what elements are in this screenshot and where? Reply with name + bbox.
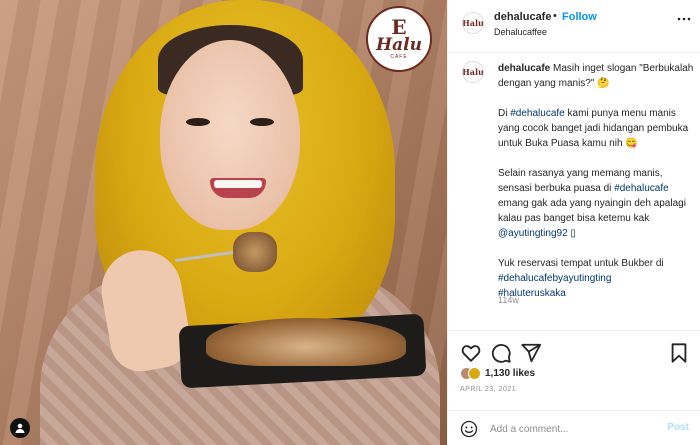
comment-bar: Post [448, 410, 700, 445]
mention-ayutingting[interactable]: @ayutingting92 [498, 228, 568, 239]
post-comment-button[interactable]: Post [667, 422, 689, 433]
bookmark-icon[interactable] [668, 342, 690, 364]
comment-input[interactable] [490, 420, 650, 438]
hashtag-dehalucafe-1[interactable]: #dehalucafe [510, 108, 565, 119]
hashtag-dehalucafe-2[interactable]: #dehalucafe [614, 183, 669, 194]
right-eye [250, 118, 274, 126]
likes-count[interactable]: 1,130 likes [485, 368, 535, 379]
caption-area: Halu dehalucafe Masih inget slogan "Berb… [448, 55, 700, 325]
likes-count-text[interactable]: 1,130 likes [485, 368, 535, 379]
avatar[interactable]: Halu [462, 12, 484, 34]
user-tag-glyph [15, 423, 25, 433]
next-comment-peek [448, 326, 700, 331]
teeth [214, 180, 262, 188]
face [160, 40, 300, 230]
post-side-panel: Halu dehalucafe • Follow Dehalucaffee Ha… [447, 0, 700, 445]
cafe-logo: E Halu CAFE [366, 6, 432, 72]
caption-text: dehalucafe Masih inget slogan "Berbukala… [498, 61, 696, 301]
avatar-logo-text: Halu [462, 18, 484, 28]
caption-para4: Yuk reservasi tempat untuk Bukber di [498, 258, 664, 269]
likes-row: 1,130 likes [460, 367, 535, 380]
caption-para2a: Di [498, 108, 511, 119]
user-tag-icon[interactable] [10, 418, 30, 438]
share-icon[interactable] [520, 342, 542, 364]
caption-para3c: ▯ [567, 228, 576, 239]
left-eye [186, 118, 210, 126]
logo-word: Halu [376, 35, 422, 55]
liker-avatar[interactable] [468, 367, 481, 380]
dessert-dish [206, 318, 406, 366]
caption-username[interactable]: dehalucafe [498, 63, 550, 74]
caption-avatar-logo-text: Halu [462, 67, 484, 77]
post-image[interactable]: E Halu CAFE [0, 0, 447, 445]
logo-mark: E [391, 15, 407, 39]
header-username[interactable]: dehalucafe [494, 11, 551, 23]
post-date[interactable]: APRIL 23, 2021 [460, 386, 516, 393]
dessert-bite [233, 232, 277, 272]
logo-sub: CAFE [390, 54, 408, 60]
header-subtitle[interactable]: Dehalucaffee [494, 27, 547, 37]
hashtag-dehalucafebyayutingting[interactable]: #dehalucafebyayutingting [498, 273, 611, 284]
more-options-icon[interactable] [677, 12, 691, 26]
post-header: Halu dehalucafe • Follow Dehalucaffee [448, 0, 700, 53]
caption-avatar[interactable]: Halu [462, 61, 484, 83]
emoji-icon[interactable] [460, 420, 478, 438]
header-separator: • [553, 10, 557, 22]
caption-time[interactable]: 114w [498, 295, 519, 305]
follow-button[interactable]: Follow [562, 11, 597, 23]
heart-icon[interactable] [460, 342, 482, 364]
caption-para3b: emang gak ada yang nyaingin deh apalagi … [498, 198, 686, 224]
comment-icon[interactable] [490, 342, 512, 364]
